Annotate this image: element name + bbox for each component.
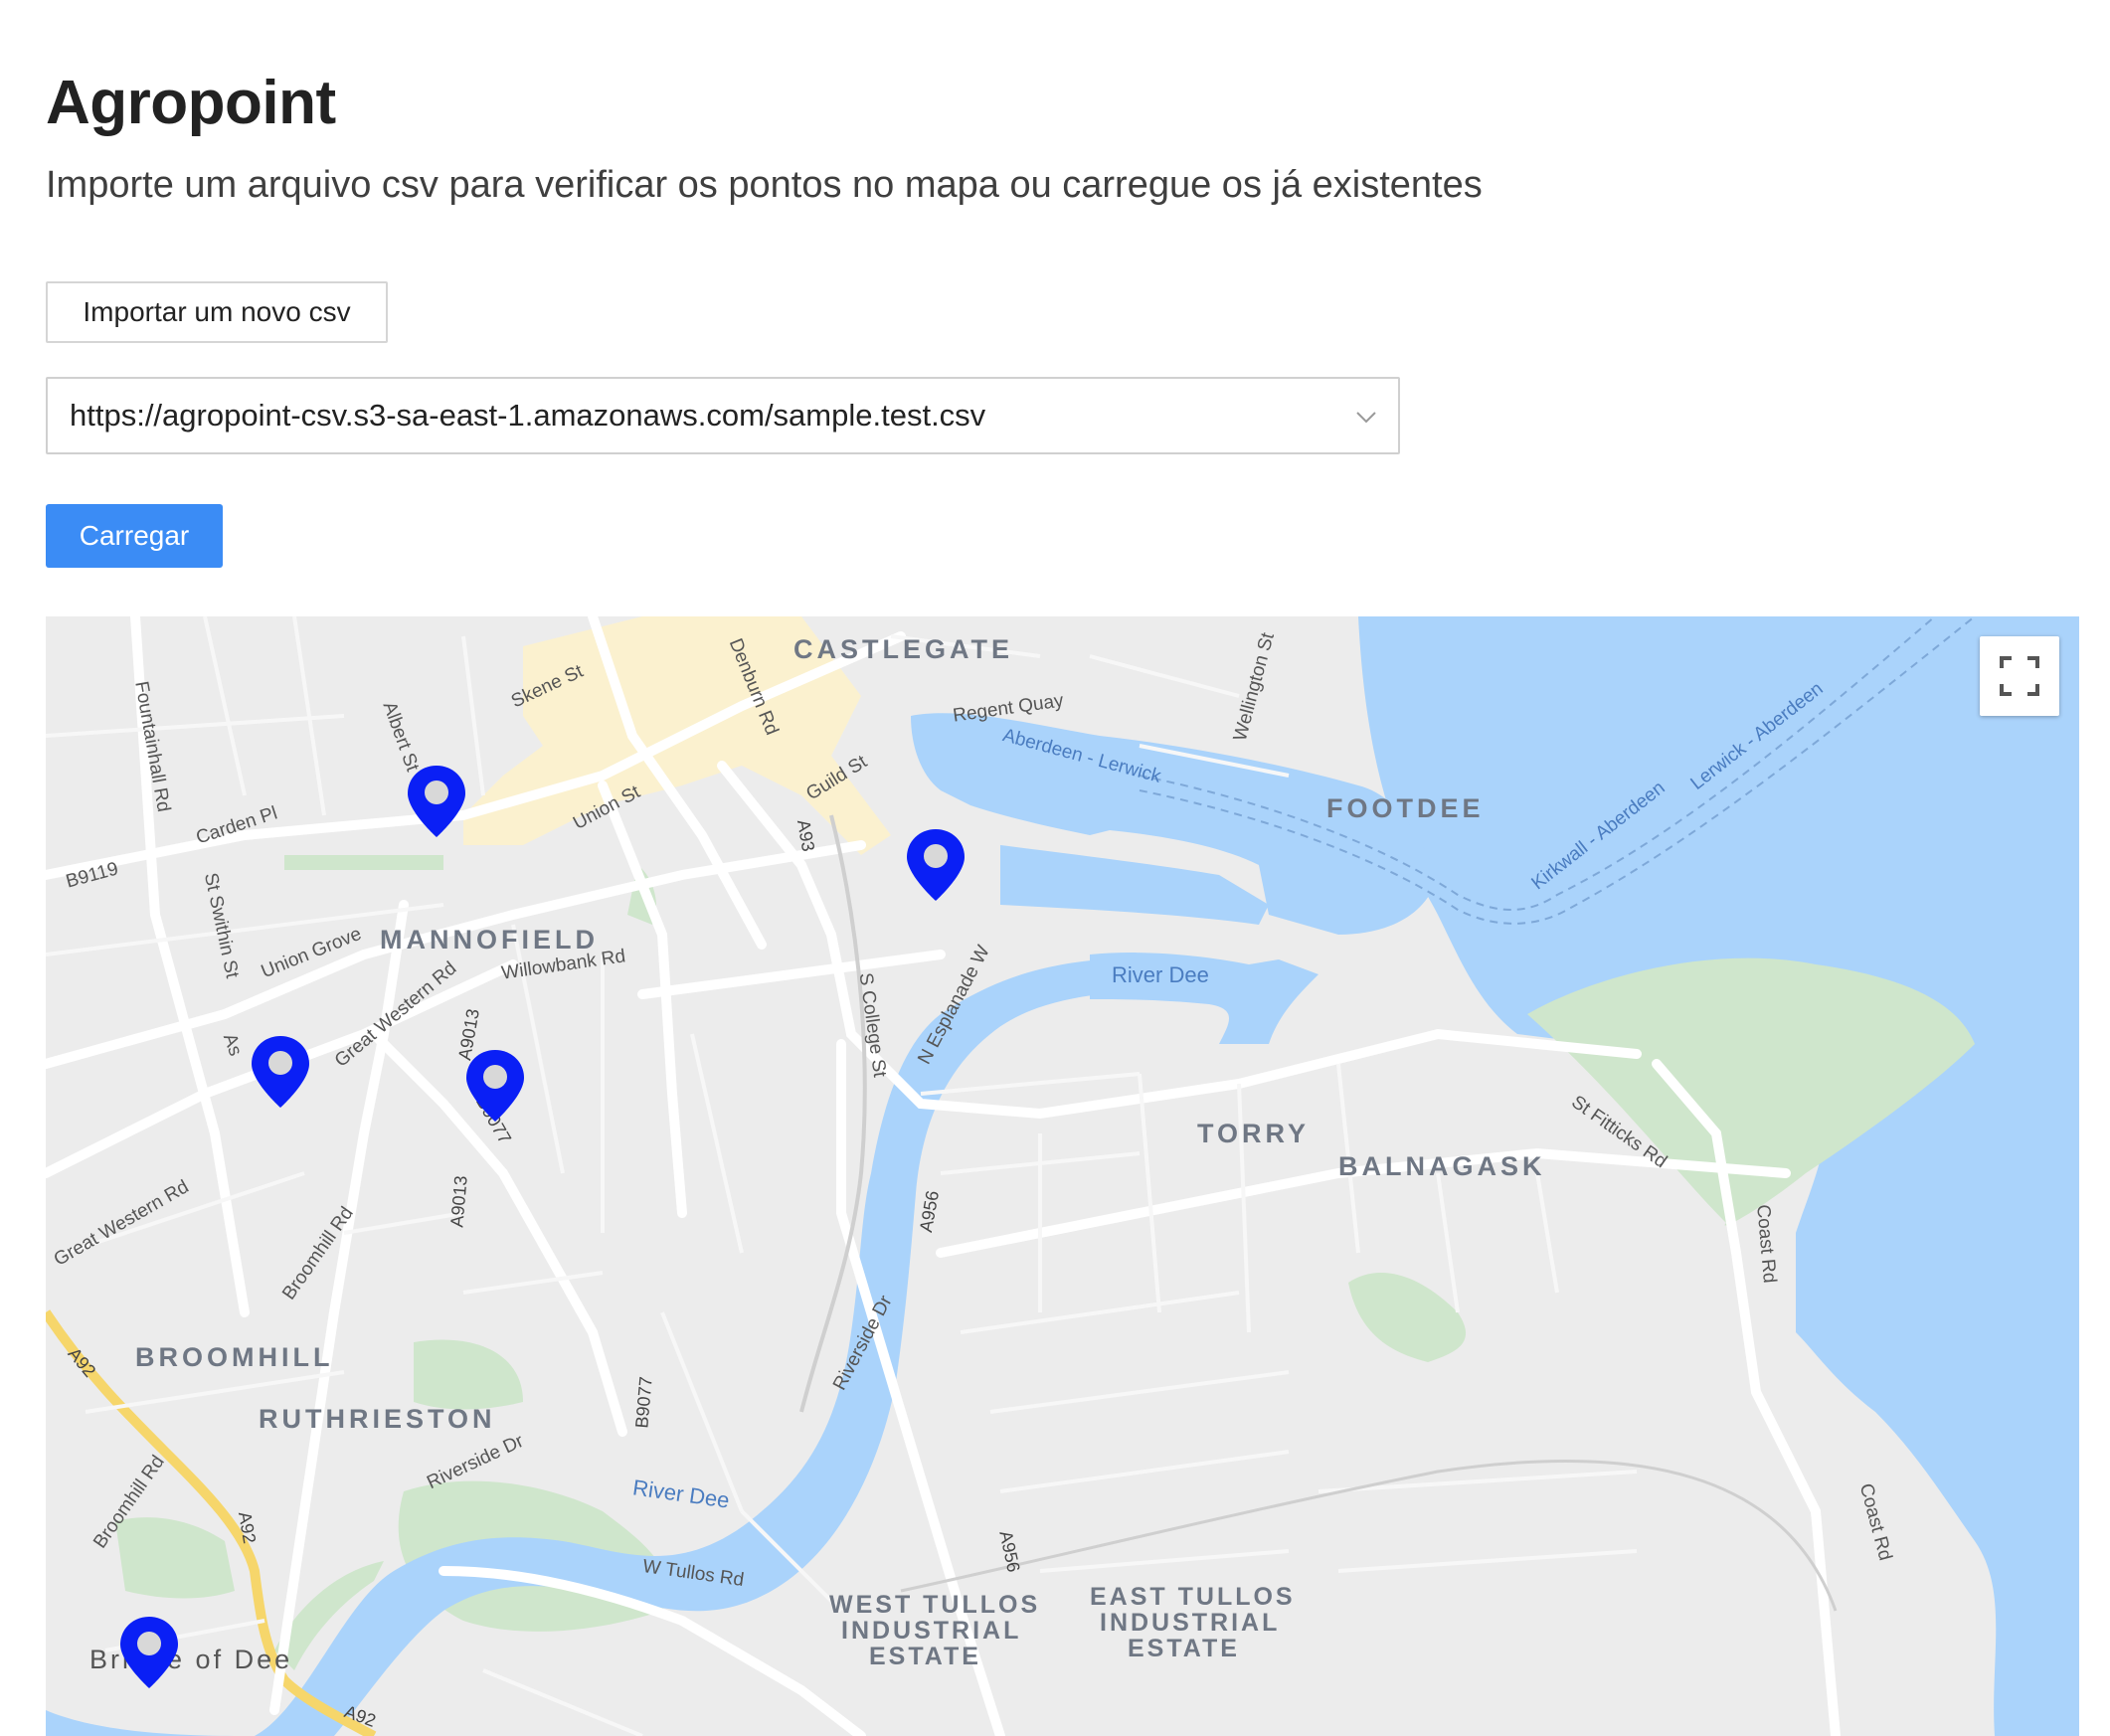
area-label-ruthrieston: RUTHRIESTON bbox=[259, 1404, 496, 1434]
area-label-mannofield: MANNOFIELD bbox=[380, 925, 599, 955]
area-label-east-tullos: EAST TULLOS bbox=[1090, 1583, 1296, 1611]
fullscreen-icon bbox=[2000, 656, 2039, 696]
area-label-torry: TORRY bbox=[1197, 1119, 1311, 1148]
fullscreen-button[interactable] bbox=[1980, 636, 2059, 716]
area-label-castlegate: CASTLEGATE bbox=[793, 634, 1013, 664]
page-title: Agropoint bbox=[46, 69, 336, 137]
area-label-footdee: FOOTDEE bbox=[1326, 793, 1485, 823]
map-marker-4[interactable] bbox=[464, 1048, 526, 1124]
area-label-west-tullos: WEST TULLOS bbox=[829, 1591, 1041, 1619]
map-marker-3[interactable] bbox=[250, 1034, 311, 1110]
load-button[interactable]: Carregar bbox=[46, 504, 223, 568]
page-subtitle: Importe um arquivo csv para verificar os… bbox=[46, 164, 1483, 206]
map-view[interactable]: CASTLEGATE FOOTDEE MANNOFIELD TORRY BALN… bbox=[46, 616, 2079, 1736]
water-label-river-dee-north: River Dee bbox=[1112, 962, 1209, 987]
csv-select[interactable]: https://agropoint-csv.s3-sa-east-1.amazo… bbox=[46, 377, 1400, 454]
import-csv-button[interactable]: Importar um novo csv bbox=[46, 281, 388, 343]
chevron-down-icon bbox=[1356, 412, 1376, 424]
area-label-broomhill: BROOMHILL bbox=[135, 1342, 334, 1372]
area-label-balnagask: BALNAGASK bbox=[1338, 1151, 1546, 1181]
area-label-west-tullos-estate: ESTATE bbox=[869, 1643, 981, 1670]
area-label-east-tullos-industrial: INDUSTRIAL bbox=[1100, 1609, 1281, 1637]
page: Agropoint Importe um arquivo csv para ve… bbox=[0, 0, 2110, 1736]
map-marker-1[interactable] bbox=[406, 764, 467, 839]
area-label-east-tullos-estate: ESTATE bbox=[1128, 1635, 1240, 1662]
map-base bbox=[46, 616, 2079, 1736]
map-marker-2[interactable] bbox=[905, 827, 967, 903]
csv-select-value: https://agropoint-csv.s3-sa-east-1.amazo… bbox=[70, 398, 986, 433]
area-label-west-tullos-industrial: INDUSTRIAL bbox=[841, 1617, 1022, 1645]
map-marker-5[interactable] bbox=[118, 1615, 180, 1690]
